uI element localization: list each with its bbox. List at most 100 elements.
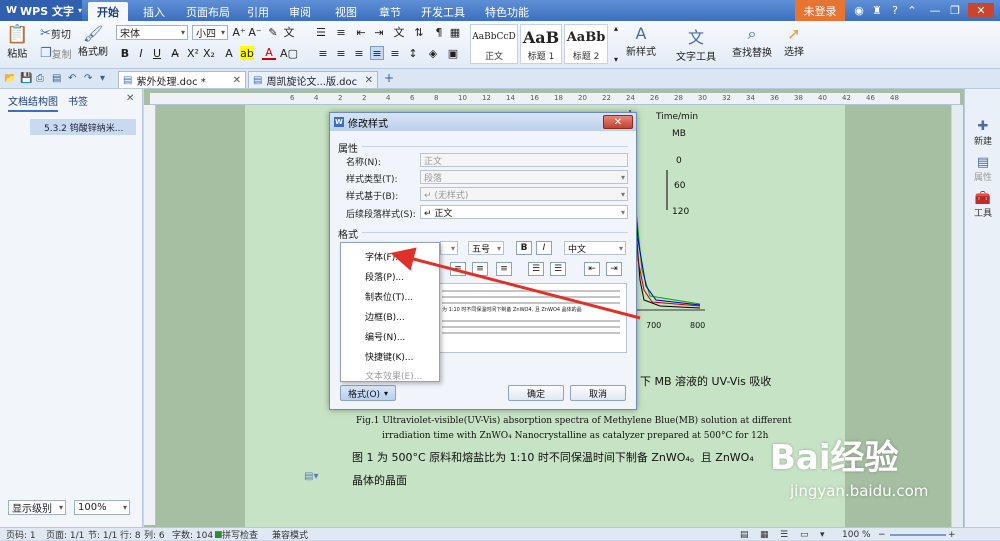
paste-button[interactable]: 📋 粘贴 [6, 24, 28, 60]
login-button[interactable]: 未登录 [795, 0, 845, 21]
skin-icon[interactable]: ◉ [852, 3, 866, 17]
sidebar-new-button[interactable]: ✚ 新建 [968, 119, 998, 147]
table-icon[interactable]: ▦ [448, 25, 462, 39]
sidebar-tools-button[interactable]: 🧰 工具 [968, 191, 998, 219]
line-spacing-double-icon[interactable]: ☰ [550, 262, 566, 276]
close-icon[interactable]: ✕ [126, 93, 134, 104]
align-left-icon[interactable]: ≡ [316, 46, 330, 60]
view-read-icon[interactable]: ▭ [800, 528, 809, 541]
align-center-icon[interactable]: ≡ [450, 262, 466, 276]
collapse-icon[interactable]: ⌃ [905, 3, 919, 17]
tab-chapter[interactable]: 章节 [372, 2, 408, 21]
save-icon[interactable]: 💾 [20, 73, 32, 84]
style-gallery-scroll[interactable]: ▴ ▾ [610, 24, 622, 64]
justify-icon[interactable]: ≡ [496, 262, 512, 276]
close-tab-icon[interactable]: ✕ [233, 75, 241, 86]
menu-item-shortcut[interactable]: 快捷键(K)... [365, 350, 414, 363]
next-style-select[interactable]: ↵ 正文 [420, 205, 628, 219]
vertical-ruler[interactable] [144, 105, 156, 525]
nav-tab-outline[interactable]: 文档结构图 [8, 93, 58, 112]
restore-icon[interactable]: ❐ [948, 3, 962, 17]
outdent-icon[interactable]: ⇤ [354, 25, 368, 39]
copy-button[interactable]: ❐ 复制 [40, 46, 72, 61]
menu-item-numbering[interactable]: 编号(N)... [365, 330, 405, 343]
text-effect-icon[interactable]: A [222, 46, 236, 60]
tab-view[interactable]: 视图 [328, 2, 364, 21]
clear-format-icon[interactable]: ✎ [266, 25, 280, 39]
select-button[interactable]: ➚ 选择 [784, 24, 804, 58]
font-select-dropdown[interactable] [440, 241, 458, 255]
italic-icon[interactable]: I [134, 46, 148, 60]
bold-button[interactable]: B [516, 241, 532, 255]
name-field[interactable]: 正文 [420, 153, 628, 167]
sort-icon[interactable]: ⇅ [412, 25, 426, 39]
tab-home[interactable]: 开始 [88, 2, 128, 21]
cut-button[interactable]: ✂ 剪切 [40, 26, 71, 41]
highlight-icon[interactable]: ab [240, 46, 254, 60]
indent-icon[interactable]: ⇥ [606, 262, 622, 276]
tab-special[interactable]: 特色功能 [476, 2, 538, 21]
print-icon[interactable]: ⎙ [36, 73, 44, 84]
nav-outline-item[interactable]: 5.3.2 钨酸锌纳米... [30, 119, 136, 135]
horizontal-ruler[interactable]: 6 4 2 2 4 6 8 10 12 14 16 18 20 22 24 26 28 30 32 34 36 38 40 4… [150, 93, 960, 105]
format-painter-button[interactable]: 🖌 格式刷 [78, 24, 108, 58]
line-spacing-icon[interactable]: ↕ [406, 46, 420, 60]
app-menu-button[interactable]: W WPS 文字 ▾ [0, 0, 82, 21]
new-style-button[interactable]: A 新样式 [626, 24, 656, 58]
font-color-icon[interactable]: A [262, 46, 276, 60]
dropdown-icon[interactable]: ▾ [100, 73, 105, 84]
outline-level-select[interactable]: 显示级别 [8, 500, 66, 515]
nav-tab-bookmark[interactable]: 书签 [68, 93, 88, 108]
line-spacing-single-icon[interactable]: ☰ [528, 262, 544, 276]
strikethrough-icon[interactable]: A̶ [168, 46, 182, 60]
doc-tab-2[interactable]: ▤ 周凯旋论文...版.doc ✕ [248, 71, 378, 88]
tab-reference[interactable]: 引用 [240, 2, 276, 21]
underline-icon[interactable]: U [150, 46, 164, 60]
style-heading2[interactable]: AaBb 标题 2 [564, 24, 608, 64]
outdent-icon[interactable]: ⇤ [584, 262, 600, 276]
undo-icon[interactable]: ↶ [68, 73, 76, 84]
preview-icon[interactable]: ▤ [52, 73, 61, 84]
align-center-icon[interactable]: ≡ [334, 46, 348, 60]
minimize-icon[interactable]: — [928, 3, 942, 17]
style-normal[interactable]: AaBbCcD 正文 [470, 24, 518, 64]
tab-review[interactable]: 审阅 [282, 2, 318, 21]
language-select[interactable]: 中文 [564, 241, 626, 255]
close-tab-icon[interactable]: ✕ [365, 75, 373, 86]
new-tab-icon[interactable]: + [384, 71, 394, 85]
menu-item-tabs[interactable]: 制表位(T)... [365, 290, 413, 303]
sidebar-properties-button[interactable]: ▤ 属性 [968, 155, 998, 183]
view-web-icon[interactable]: ▦ [760, 528, 769, 541]
align-right-icon[interactable]: ≡ [352, 46, 366, 60]
close-icon[interactable]: ✕ [968, 3, 994, 17]
view-outline-icon[interactable]: ☰ [780, 528, 788, 541]
paragraph-handle-icon[interactable]: ▤▾ [304, 471, 318, 482]
justify-icon[interactable]: ≡ [370, 46, 384, 60]
based-on-select[interactable]: ↵ (无样式) [420, 187, 628, 201]
zoom-out-icon[interactable]: − [878, 528, 886, 541]
status-words[interactable]: 字数: 104 [172, 528, 213, 541]
open-icon[interactable]: 📂 [4, 73, 16, 84]
show-marks-icon[interactable]: ¶ [432, 25, 446, 39]
vertical-scrollbar[interactable] [951, 105, 963, 527]
superscript-icon[interactable]: X² [186, 46, 200, 60]
grow-font-icon[interactable]: A⁺ [232, 25, 246, 39]
nav-zoom-select[interactable]: 100% [74, 500, 130, 515]
tab-insert[interactable]: 插入 [134, 2, 174, 21]
font-size-select[interactable]: 小四 [192, 25, 228, 40]
redo-icon[interactable]: ↷ [84, 73, 92, 84]
shrink-font-icon[interactable]: A⁻ [248, 25, 262, 39]
align-right-icon[interactable]: ≡ [472, 262, 488, 276]
tab-developer[interactable]: 开发工具 [418, 2, 468, 21]
format-menu-button[interactable]: 格式(O) ▾ [340, 385, 396, 401]
shirt-icon[interactable]: ♜ [870, 3, 884, 17]
dialog-close-button[interactable]: ✕ [603, 115, 633, 129]
numbering-icon[interactable]: ≡ [334, 25, 348, 39]
text-tools-button[interactable]: 文 文字工具 [676, 24, 716, 63]
dialog-title-bar[interactable]: W 修改样式 ✕ [330, 113, 636, 131]
menu-item-font[interactable]: 字体(F)... [365, 250, 404, 263]
view-options-icon[interactable]: ▾ [820, 528, 825, 541]
ok-button[interactable]: 确定 [508, 385, 564, 401]
char-shading-icon[interactable]: A▢ [280, 46, 298, 60]
chinese-layout-icon[interactable]: 文 [392, 25, 406, 39]
